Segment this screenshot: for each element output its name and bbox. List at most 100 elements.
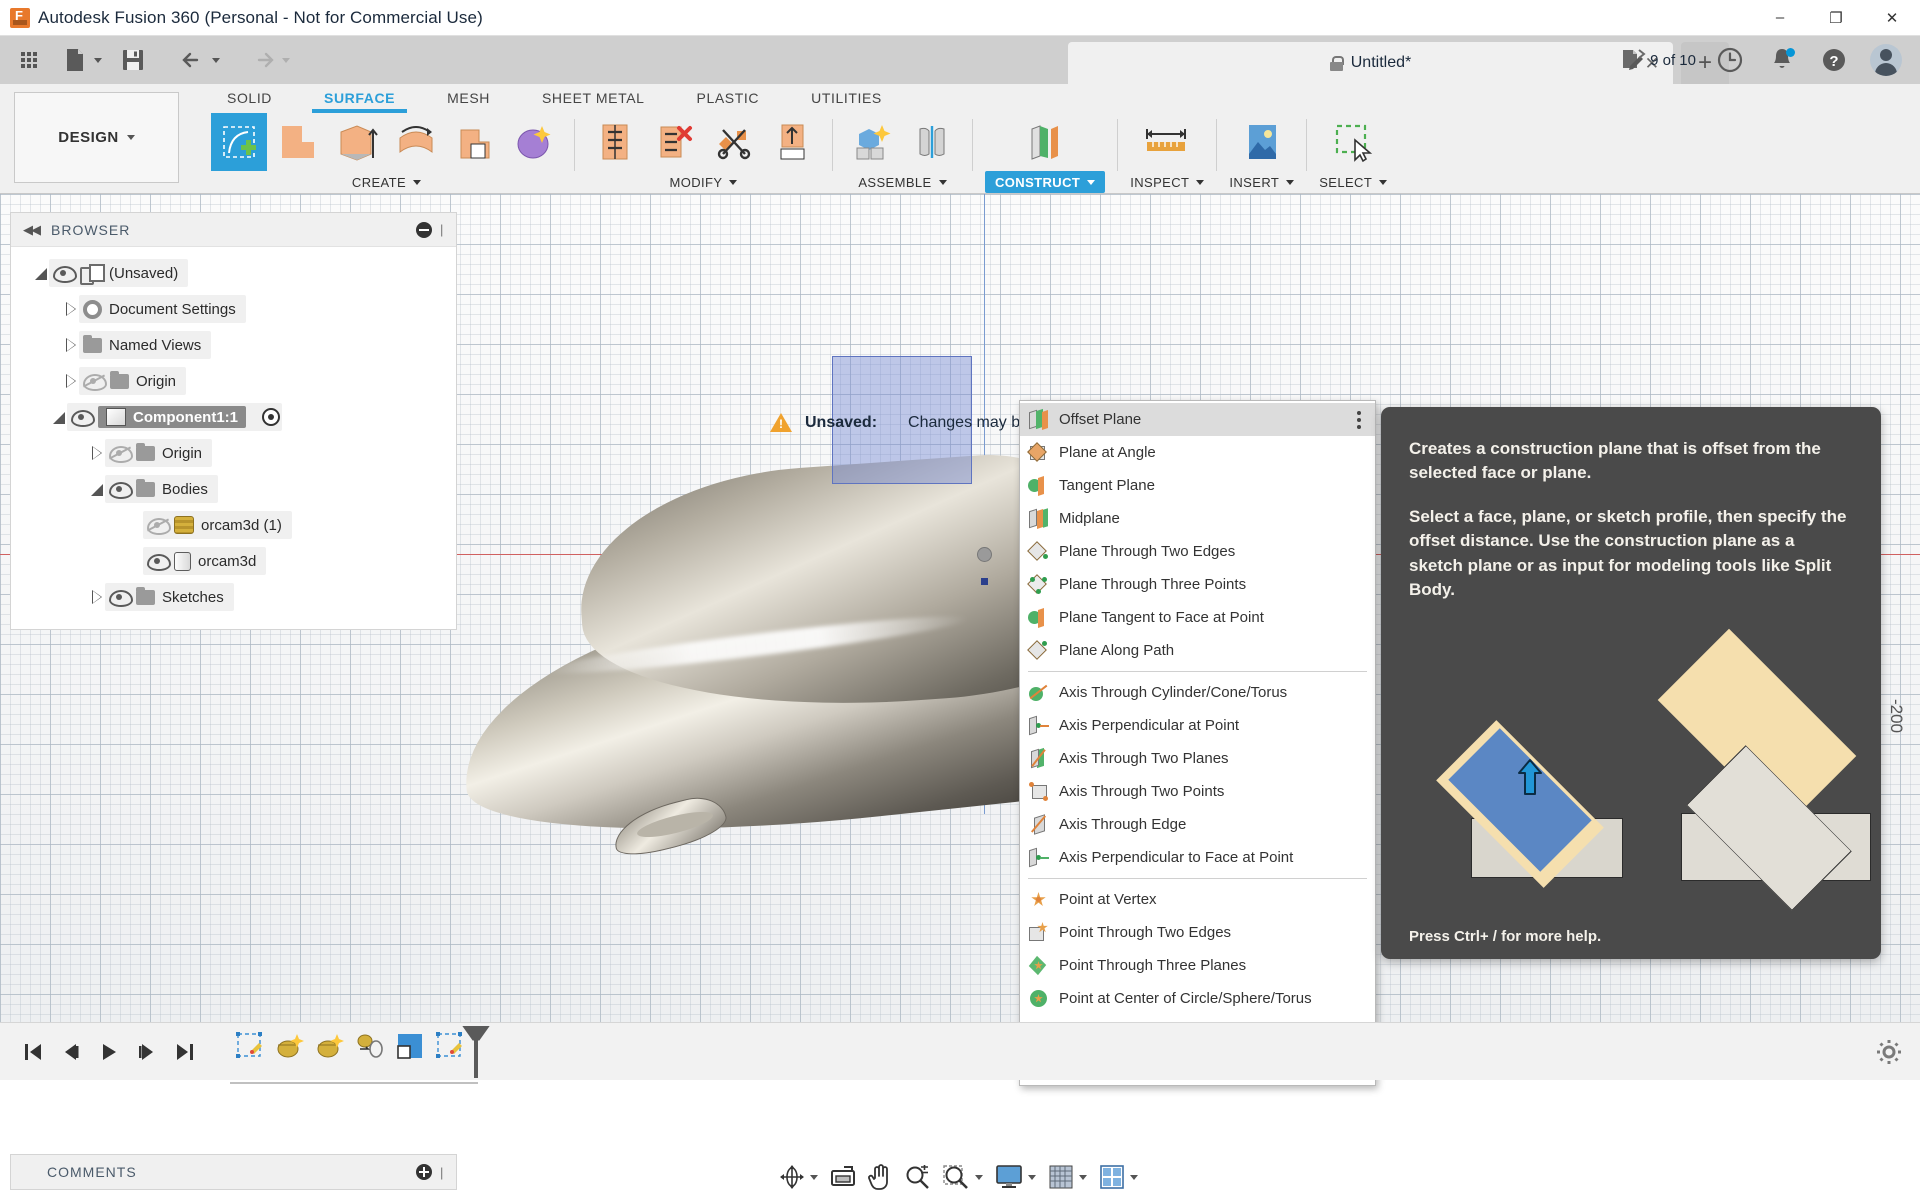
timeline-feature-move-copy[interactable] <box>350 1026 390 1066</box>
assemble-joint-tool[interactable] <box>904 113 960 171</box>
zoom-window-caret-icon[interactable] <box>975 1175 983 1180</box>
maximize-button[interactable]: ❐ <box>1808 0 1864 35</box>
origin-point[interactable] <box>977 547 992 562</box>
modify-stitch-tool[interactable] <box>587 113 643 171</box>
viewports-icon[interactable] <box>1095 1157 1142 1197</box>
settings-gear-icon[interactable] <box>1876 1039 1902 1065</box>
modify-caret-icon[interactable] <box>729 180 737 185</box>
comments-panel[interactable]: COMMENTS | <box>10 1154 457 1190</box>
create-boundary-fill-tool[interactable] <box>506 113 562 171</box>
ribbon-tab-utilities[interactable]: UTILITIES <box>785 90 908 113</box>
help-icon[interactable]: ? <box>1810 40 1858 80</box>
visibility-eye-off-icon[interactable] <box>109 446 129 460</box>
menu-item-options-icon[interactable] <box>1357 411 1361 432</box>
visibility-eye-icon[interactable] <box>147 554 167 568</box>
timeline-feature-patch[interactable] <box>390 1026 430 1066</box>
step-back-icon[interactable] <box>52 1033 90 1071</box>
menu-item-point-through-three-planes[interactable]: Point Through Three Planes <box>1020 949 1375 982</box>
create-sketch-tool[interactable] <box>211 113 267 171</box>
create-patch-tool[interactable] <box>270 113 326 171</box>
menu-item-point-at-center-of-circle[interactable]: Point at Center of Circle/Sphere/Torus <box>1020 982 1375 1015</box>
insert-caret-icon[interactable] <box>1286 180 1294 185</box>
menu-item-plane-tangent-to-face-at-point[interactable]: Plane Tangent to Face at Point <box>1020 601 1375 634</box>
workspace-selector[interactable]: DESIGN <box>14 92 179 183</box>
activate-component-radio[interactable] <box>262 408 280 426</box>
skip-to-end-icon[interactable] <box>166 1033 204 1071</box>
assemble-new-component-tool[interactable] <box>845 113 901 171</box>
viewports-caret-icon[interactable] <box>1130 1175 1138 1180</box>
undo-group[interactable] <box>164 43 220 77</box>
tree-item-orcam3d[interactable]: orcam3d <box>11 543 456 579</box>
document-tab[interactable]: Untitled* ✕ <box>1068 42 1673 84</box>
bell-icon[interactable] <box>1758 40 1806 80</box>
expand-arrow-icon[interactable] <box>63 373 79 389</box>
modify-unstitch-tool[interactable] <box>646 113 702 171</box>
ribbon-panel-insert-label[interactable]: INSERT <box>1229 171 1294 193</box>
pan-icon[interactable] <box>864 1157 896 1197</box>
tree-item-sketches[interactable]: Sketches <box>11 579 456 615</box>
tree-item-component1[interactable]: Component1:1 <box>11 399 456 435</box>
ribbon-tab-surface[interactable]: SURFACE <box>298 90 421 113</box>
menu-item-axis-through-two-planes[interactable]: Axis Through Two Planes <box>1020 742 1375 775</box>
browser-collapse-icon[interactable]: ◀◀ <box>23 222 39 238</box>
avatar[interactable] <box>1862 40 1910 80</box>
create-extrude-tool[interactable] <box>329 113 385 171</box>
menu-item-midplane[interactable]: Midplane <box>1020 502 1375 535</box>
construct-caret-icon[interactable] <box>1087 180 1095 185</box>
ribbon-panel-create-label[interactable]: CREATE <box>211 171 562 193</box>
expand-arrow-icon[interactable] <box>89 481 105 497</box>
save-icon[interactable] <box>116 43 150 77</box>
menu-item-axis-through-cylinder[interactable]: Axis Through Cylinder/Cone/Torus <box>1020 676 1375 709</box>
visibility-eye-icon[interactable] <box>71 410 91 424</box>
comments-grip-icon[interactable]: | <box>440 1165 450 1180</box>
modify-trim-tool[interactable] <box>705 113 761 171</box>
expand-arrow-icon[interactable] <box>89 589 105 605</box>
orbit-caret-icon[interactable] <box>810 1175 818 1180</box>
clock-icon[interactable] <box>1706 40 1754 80</box>
grid-snaps-icon[interactable] <box>1044 1157 1091 1197</box>
ribbon-panel-inspect-label[interactable]: INSPECT <box>1130 171 1204 193</box>
menu-item-tangent-plane[interactable]: Tangent Plane <box>1020 469 1375 502</box>
expand-arrow-icon[interactable] <box>89 445 105 461</box>
menu-item-offset-plane[interactable]: Offset Plane <box>1020 403 1375 436</box>
menu-item-axis-perpendicular-at-point[interactable]: Axis Perpendicular at Point <box>1020 709 1375 742</box>
insert-canvas-tool[interactable] <box>1234 113 1290 171</box>
menu-item-point-through-two-edges[interactable]: Point Through Two Edges <box>1020 916 1375 949</box>
timeline-feature-sketch-edit[interactable] <box>430 1026 470 1066</box>
expand-arrow-icon[interactable] <box>33 265 49 281</box>
inspect-measure-tool[interactable] <box>1139 113 1195 171</box>
display-settings-caret-icon[interactable] <box>1028 1175 1036 1180</box>
undo-icon[interactable] <box>176 43 210 77</box>
menu-item-plane-through-two-edges[interactable]: Plane Through Two Edges <box>1020 535 1375 568</box>
add-comment-icon[interactable] <box>416 1164 432 1180</box>
grid-snaps-caret-icon[interactable] <box>1079 1175 1087 1180</box>
inspect-caret-icon[interactable] <box>1196 180 1204 185</box>
menu-item-axis-through-two-points[interactable]: Axis Through Two Points <box>1020 775 1375 808</box>
browser-minimize-icon[interactable] <box>416 222 432 238</box>
play-icon[interactable] <box>90 1033 128 1071</box>
tree-item-named-views[interactable]: Named Views <box>11 327 456 363</box>
menu-item-point-at-vertex[interactable]: Point at Vertex <box>1020 883 1375 916</box>
timeline-feature-sketch[interactable] <box>230 1026 270 1066</box>
new-document-group[interactable] <box>46 43 102 77</box>
orbit-icon[interactable] <box>775 1157 822 1197</box>
menu-item-plane-through-three-points[interactable]: Plane Through Three Points <box>1020 568 1375 601</box>
new-document-caret[interactable] <box>94 58 102 63</box>
expand-arrow-icon[interactable] <box>63 337 79 353</box>
menu-item-plane-at-angle[interactable]: Plane at Angle <box>1020 436 1375 469</box>
timeline-marker[interactable] <box>474 1026 478 1078</box>
expand-arrow-icon[interactable] <box>51 409 67 425</box>
tree-item-origin-component[interactable]: Origin <box>11 435 456 471</box>
skip-to-start-icon[interactable] <box>14 1033 52 1071</box>
close-button[interactable]: ✕ <box>1864 0 1920 35</box>
browser-grip-icon[interactable]: | <box>440 222 450 237</box>
visibility-eye-off-icon[interactable] <box>83 374 103 388</box>
modify-extend-tool[interactable] <box>764 113 820 171</box>
ribbon-panel-assemble-label[interactable]: ASSEMBLE <box>845 171 960 193</box>
chevron-down-icon[interactable] <box>127 135 135 140</box>
create-thicken-tool[interactable] <box>447 113 503 171</box>
ribbon-tab-sheet-metal[interactable]: SHEET METAL <box>516 90 671 113</box>
ribbon-tab-mesh[interactable]: MESH <box>421 90 516 113</box>
timeline-track[interactable] <box>230 1082 478 1084</box>
select-tool[interactable] <box>1325 113 1381 171</box>
